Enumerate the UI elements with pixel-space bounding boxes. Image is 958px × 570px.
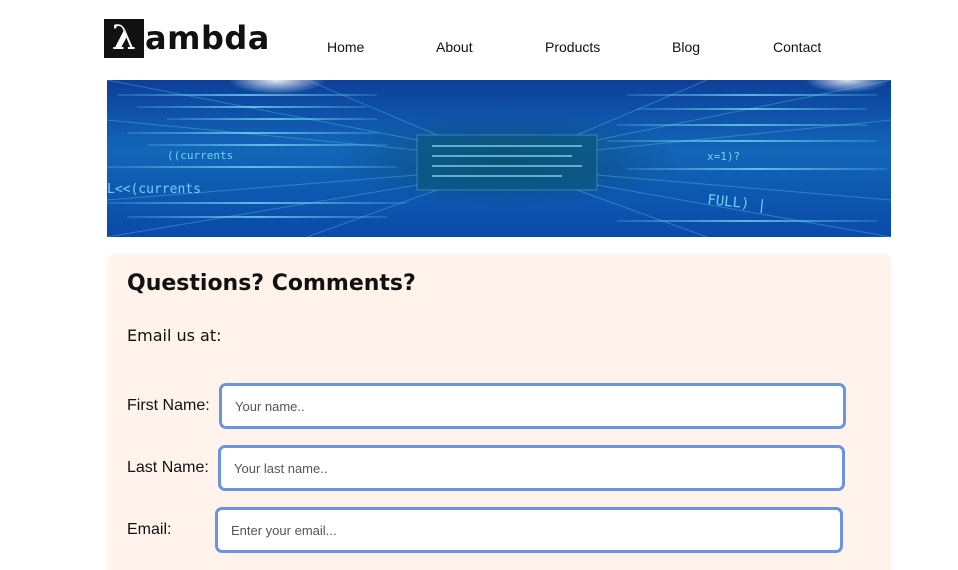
email-input[interactable] bbox=[215, 507, 843, 553]
first-name-input[interactable] bbox=[219, 383, 846, 429]
main-nav: Home About Products Blog Contact bbox=[0, 39, 958, 59]
banner-code-3: FULL) | bbox=[707, 192, 767, 214]
first-name-label: First Name: bbox=[127, 397, 210, 414]
nav-products[interactable]: Products bbox=[545, 39, 600, 55]
nav-contact[interactable]: Contact bbox=[773, 39, 821, 55]
contact-title: Questions? Comments? bbox=[127, 271, 416, 296]
banner-code-1: ((currents bbox=[167, 149, 233, 162]
nav-about[interactable]: About bbox=[436, 39, 473, 55]
banner-graphic: ((currents L<<(currents FULL) | x=1)? bbox=[107, 80, 891, 237]
nav-home[interactable]: Home bbox=[327, 39, 364, 55]
page: λ ambda Home About Products Blog Contact bbox=[0, 0, 958, 570]
email-us-label: Email us at: bbox=[127, 326, 222, 345]
banner-code-4: x=1)? bbox=[707, 150, 740, 163]
last-name-label: Last Name: bbox=[127, 459, 209, 476]
nav-blog[interactable]: Blog bbox=[672, 39, 700, 55]
banner-code-2: L<<(currents bbox=[107, 182, 201, 197]
contact-card: Questions? Comments? Email us at: First … bbox=[107, 254, 891, 570]
last-name-input[interactable] bbox=[218, 445, 845, 491]
hero-banner-image: ((currents L<<(currents FULL) | x=1)? bbox=[107, 80, 891, 237]
email-label: Email: bbox=[127, 521, 172, 538]
